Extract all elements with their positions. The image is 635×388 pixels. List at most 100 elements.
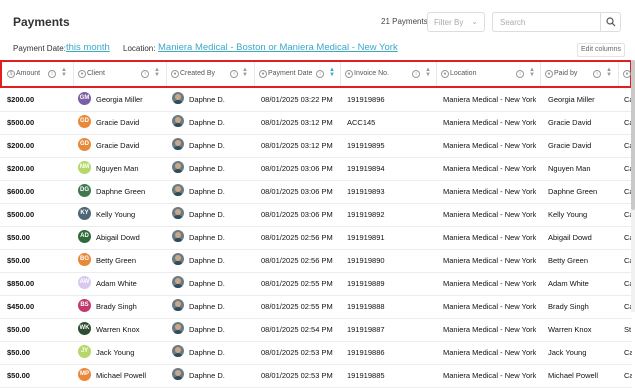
amount-cell: $850.00 [7, 279, 35, 288]
column-header-paid-by[interactable]: ● Paid by i ▲ ▼ [540, 62, 619, 86]
table-row[interactable]: $50.00 WK Warren Knox Daphne D. 08/01/2025 0… [0, 318, 632, 342]
document-icon: ● [345, 70, 353, 78]
next-column-cell: Ca [624, 371, 632, 380]
filter-by-dropdown[interactable]: Filter By ⌄ [427, 12, 485, 32]
avatar [172, 322, 184, 334]
chevron-down-icon: ⌄ [471, 17, 478, 26]
column-header-label: Amount [16, 70, 41, 77]
paid-by-cell: Gracie David [548, 118, 592, 127]
location-filter[interactable]: Maniera Medical - Boston or Maniera Medi… [158, 42, 398, 53]
location-cell: Maniera Medical - New York [443, 164, 537, 173]
sort-icon[interactable]: ▲ ▼ [154, 67, 160, 78]
client-cell: Brady Singh [96, 302, 137, 311]
sort-icon[interactable]: ▲ ▼ [529, 67, 535, 78]
avatar: GD [78, 138, 91, 151]
created-by-cell: Daphne D. [189, 233, 225, 242]
vertical-scrollbar[interactable] [631, 60, 635, 312]
amount-cell: $50.00 [7, 371, 30, 380]
info-icon[interactable]: i [412, 70, 420, 78]
client-cell: Gracie David [96, 141, 140, 150]
paid-by-cell: Brady Singh [548, 302, 589, 311]
column-header-label: Invoice No. [354, 70, 390, 77]
amount-cell: $600.00 [7, 187, 35, 196]
sort-icon[interactable]: ▲ ▼ [61, 67, 67, 78]
table-row[interactable]: $200.00 NM Nguyen Man Daphne D. 08/01/2025 0… [0, 157, 632, 181]
top-bar: Payments 21 Payments Filter By ⌄ Search … [0, 0, 635, 60]
page-title: Payments [13, 15, 70, 29]
location-cell: Maniera Medical - New York [443, 187, 537, 196]
sort-icon[interactable]: ▲ ▼ [606, 67, 612, 78]
sort-icon[interactable]: ▲ ▼ [425, 67, 431, 78]
next-column-cell: Ca [624, 348, 632, 357]
payment-date-label: Payment Date: [13, 44, 66, 53]
info-icon[interactable]: i [48, 70, 56, 78]
search-input[interactable]: Search [492, 12, 601, 32]
next-column-cell: St [624, 325, 632, 334]
search-button[interactable] [600, 12, 621, 32]
location-label: Location: [123, 44, 156, 53]
amount-cell: $50.00 [7, 325, 30, 334]
client-cell: Kelly Young [96, 210, 136, 219]
column-header-created-by[interactable]: ● Created By i ▲ ▼ [166, 62, 255, 86]
avatar: WK [78, 322, 91, 335]
payment-date-cell: 08/01/2025 03:12 PM [261, 141, 333, 150]
invoice-cell: 191919895 [347, 141, 385, 150]
paid-by-cell: Gracie David [548, 141, 592, 150]
amount-cell: $200.00 [7, 164, 35, 173]
column-header-location[interactable]: ● Location i ▲ ▼ [436, 62, 541, 86]
table-row[interactable]: $850.00 AW Adam White Daphne D. 08/01/2025 0… [0, 272, 632, 296]
avatar [172, 115, 184, 127]
avatar [172, 92, 184, 104]
avatar: BS [78, 299, 91, 312]
column-header-label: Location [450, 70, 477, 77]
edit-columns-button[interactable]: Edit columns [577, 43, 625, 57]
client-cell: Nguyen Man [96, 164, 139, 173]
invoice-cell: 191919896 [347, 95, 385, 104]
table-row[interactable]: $600.00 DG Daphne Green Daphne D. 08/01/2025… [0, 180, 632, 204]
info-icon[interactable]: i [141, 70, 149, 78]
location-cell: Maniera Medical - New York [443, 210, 537, 219]
scrollbar-thumb[interactable] [631, 60, 635, 210]
avatar: BG [78, 253, 91, 266]
column-header-payment-date[interactable]: ● Payment Date i ▲ ▼ [254, 62, 341, 86]
column-header-amount[interactable]: $ Amount i ▲ ▼ [2, 62, 74, 86]
table-row[interactable]: $200.00 GM Georgia Miller Daphne D. 08/01/20… [0, 88, 632, 112]
table-row[interactable]: $50.00 BG Betty Green Daphne D. 08/01/2025 0… [0, 249, 632, 273]
client-cell: Abigail Dowd [96, 233, 140, 242]
payment-date-filter[interactable]: this month [66, 42, 110, 53]
info-icon[interactable]: i [230, 70, 238, 78]
calendar-icon: ● [259, 70, 267, 78]
created-by-cell: Daphne D. [189, 256, 225, 265]
table-row[interactable]: $500.00 GD Gracie David Daphne D. 08/01/2025… [0, 111, 632, 135]
info-icon[interactable]: i [516, 70, 524, 78]
info-icon[interactable]: i [593, 70, 601, 78]
table-row[interactable]: $450.00 BS Brady Singh Daphne D. 08/01/2025 … [0, 295, 632, 319]
user-icon: ● [171, 70, 179, 78]
location-cell: Maniera Medical - New York [443, 279, 537, 288]
client-cell: Adam White [96, 279, 137, 288]
column-header-client[interactable]: ● Client i ▲ ▼ [73, 62, 167, 86]
amount-cell: $450.00 [7, 302, 35, 311]
table-row[interactable]: $200.00 GD Gracie David Daphne D. 08/01/2025… [0, 134, 632, 158]
table-row[interactable]: $50.00 AD Abigail Dowd Daphne D. 08/01/2025 … [0, 226, 632, 250]
column-header-next[interactable]: ● [618, 62, 631, 86]
avatar [172, 138, 184, 150]
avatar: AD [78, 230, 91, 243]
payment-date-cell: 08/01/2025 03:22 PM [261, 95, 333, 104]
amount-cell: $50.00 [7, 348, 30, 357]
paid-by-cell: Daphne Green [548, 187, 598, 196]
table-row[interactable]: $500.00 KY Kelly Young Daphne D. 08/01/2025 … [0, 203, 632, 227]
table-row[interactable]: $50.00 JY Jack Young Daphne D. 08/01/2025 02… [0, 341, 632, 365]
invoice-cell: 191919885 [347, 371, 385, 380]
location-cell: Maniera Medical - New York [443, 325, 537, 334]
sort-icon[interactable]: ▲ ▼ [242, 67, 248, 78]
info-icon[interactable]: i [316, 70, 324, 78]
column-header-invoice-no[interactable]: ● Invoice No. i ▲ ▼ [340, 62, 437, 86]
table-row[interactable]: $50.00 MP Michael Powell Daphne D. 08/01/202… [0, 364, 632, 388]
client-cell: Jack Young [96, 348, 135, 357]
sort-icon[interactable]: ▲ ▼ [329, 67, 335, 78]
payments-count: 21 Payments [381, 17, 428, 26]
amount-cell: $50.00 [7, 233, 30, 242]
invoice-cell: 191919888 [347, 302, 385, 311]
filter-by-label: Filter By [434, 18, 464, 27]
